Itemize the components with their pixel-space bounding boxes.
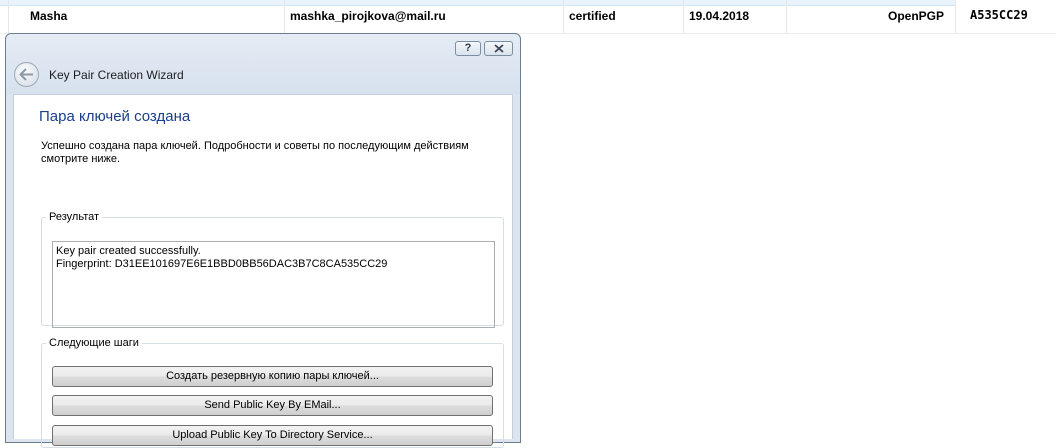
next-steps-legend: Следующие шаги bbox=[49, 337, 139, 349]
page-description: Успешно создана пара ключей. Подробности… bbox=[41, 140, 469, 165]
wizard-page: Пара ключей создана Успешно создана пара… bbox=[13, 94, 513, 448]
page-title: Пара ключей создана bbox=[39, 108, 191, 125]
column-separator bbox=[683, 0, 684, 33]
result-line-status: Key pair created successfully. bbox=[56, 245, 201, 257]
column-separator bbox=[786, 0, 787, 33]
row-validity: certified bbox=[569, 9, 616, 23]
row-email: mashka_pirojkova@mail.ru bbox=[290, 9, 446, 23]
key-pair-wizard-window: ? Key Pair Creation Wizard Пара ключей с… bbox=[5, 33, 521, 448]
column-separator bbox=[955, 0, 956, 33]
back-button[interactable] bbox=[14, 62, 39, 87]
send-key-email-button[interactable]: Send Public Key By EMail... bbox=[52, 395, 493, 416]
column-separator bbox=[284, 0, 285, 33]
caption-buttons: ? bbox=[455, 41, 513, 56]
close-button[interactable] bbox=[484, 41, 513, 56]
result-legend: Результат bbox=[49, 211, 100, 223]
upload-key-button[interactable]: Upload Public Key To Directory Service..… bbox=[52, 425, 493, 446]
help-button[interactable]: ? bbox=[455, 41, 481, 56]
row-date: 19.04.2018 bbox=[689, 9, 750, 23]
row-protocol: OpenPGP bbox=[888, 9, 945, 23]
column-separator bbox=[563, 0, 564, 33]
window-title: Key Pair Creation Wizard bbox=[49, 68, 184, 82]
backup-keypair-button[interactable]: Создать резервную копию пары ключей... bbox=[52, 366, 493, 387]
back-arrow-icon bbox=[19, 68, 33, 81]
result-text-area[interactable]: Key pair created successfully. Fingerpri… bbox=[52, 241, 495, 328]
key-list: Masha mashka_pirojkova@mail.ru certified… bbox=[0, 0, 1056, 34]
next-steps-group: Следующие шаги Создать резервную копию п… bbox=[41, 337, 504, 448]
column-separator bbox=[8, 0, 9, 33]
help-label: ? bbox=[464, 42, 472, 54]
result-line-fingerprint: Fingerprint: D31EE101697E6E1BBD0BB56DAC3… bbox=[56, 258, 388, 270]
row-key-id: A535CC29 bbox=[970, 8, 1028, 22]
title-bar bbox=[6, 34, 520, 94]
result-group: Результат Key pair created successfully.… bbox=[41, 211, 504, 328]
list-header-strip bbox=[0, 0, 955, 6]
row-name: Masha bbox=[30, 9, 68, 23]
close-icon bbox=[493, 44, 504, 53]
